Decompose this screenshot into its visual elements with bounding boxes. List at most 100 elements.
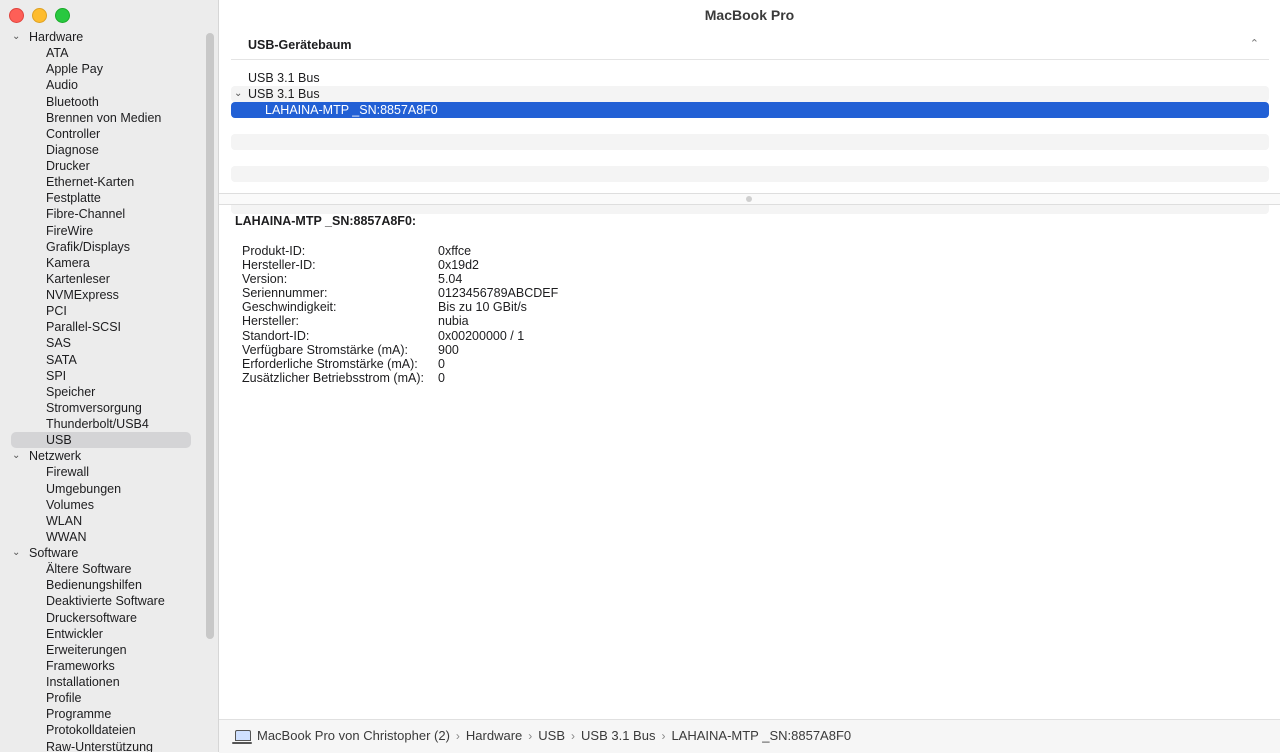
sidebar-item[interactable]: Apple Pay	[0, 61, 205, 77]
breadcrumb-item[interactable]: LAHAINA-MTP _SN:8857A8F0	[671, 728, 851, 743]
sidebar-item[interactable]: Diagnose	[0, 142, 205, 158]
tree-header-label: USB-Gerätebaum	[248, 38, 352, 52]
breadcrumb-item[interactable]: MacBook Pro von Christopher (2)	[257, 728, 450, 743]
sidebar-item[interactable]: Festplatte	[0, 190, 205, 206]
sidebar-item-label: Thunderbolt/USB4	[46, 417, 149, 431]
chevron-down-icon[interactable]: ⌄	[12, 29, 24, 45]
sidebar-item[interactable]: Speicher	[0, 384, 205, 400]
sidebar-item[interactable]: Drucker	[0, 158, 205, 174]
sidebar-item[interactable]: Erweiterungen	[0, 642, 205, 658]
sidebar-item[interactable]: Volumes	[0, 497, 205, 513]
tree-header[interactable]: USB-Gerätebaum ⌃	[231, 33, 1269, 60]
tree-row-empty	[231, 134, 1269, 150]
sidebar-item-label: Brennen von Medien	[46, 110, 162, 125]
property-key: Standort-ID:	[242, 328, 310, 343]
chevron-down-icon[interactable]: ⌄	[12, 545, 24, 561]
tree-row-usb-bus-2[interactable]: ⌄ USB 3.1 Bus	[231, 86, 1269, 102]
breadcrumb-item[interactable]: USB	[538, 728, 565, 743]
sidebar-group-software[interactable]: ⌄ Software	[0, 545, 205, 561]
property-value: 0	[438, 356, 445, 371]
property-row: Version: 5.04	[242, 272, 558, 286]
sidebar-item[interactable]: Controller	[0, 126, 205, 142]
property-key: Geschwindigkeit:	[242, 300, 337, 315]
property-row: Geschwindigkeit: Bis zu 10 GBit/s	[242, 300, 558, 314]
close-button[interactable]	[9, 8, 24, 23]
tree-row-label: USB 3.1 Bus	[248, 87, 320, 101]
property-value: 0x00200000 / 1	[438, 328, 525, 343]
sidebar-item[interactable]: Installationen	[0, 674, 205, 690]
sidebar-item[interactable]: Protokolldateien	[0, 722, 205, 738]
sidebar-item[interactable]: Parallel-SCSI	[0, 319, 205, 335]
breadcrumb-item[interactable]: Hardware	[466, 728, 522, 743]
sidebar-item[interactable]: ATA	[0, 45, 205, 61]
sidebar-item-label: Profile	[46, 691, 82, 706]
breadcrumb-item[interactable]: USB 3.1 Bus	[581, 728, 655, 743]
property-list: Produkt-ID: 0xffce Hersteller-ID: 0x19d2 Ver…	[242, 244, 558, 385]
sidebar-item-label: Umgebungen	[46, 481, 122, 496]
sidebar-item[interactable]: Kartenleser	[0, 271, 205, 287]
property-value: 0123456789ABCDEF	[438, 286, 559, 301]
sidebar-item-label: Programme	[46, 707, 112, 722]
chevron-right-icon: ›	[528, 728, 533, 743]
sidebar-item[interactable]: Deaktivierte Software	[0, 593, 205, 609]
sidebar-item[interactable]: Frameworks	[0, 658, 205, 674]
sidebar-item[interactable]: SAS	[0, 335, 205, 351]
sidebar-item[interactable]: Bedienungshilfen	[0, 577, 205, 593]
sidebar-group-hardware[interactable]: ⌄ Hardware	[0, 29, 205, 45]
split-divider[interactable]	[219, 193, 1280, 205]
sidebar-item-label: Fibre-Channel	[46, 207, 126, 222]
sidebar-item-label: Drucker	[46, 159, 90, 173]
sidebar-item-label: Bluetooth	[46, 94, 99, 109]
sidebar-item[interactable]: Programme	[0, 706, 205, 722]
sidebar-group-netzwerk[interactable]: ⌄ Netzwerk	[0, 448, 205, 464]
sidebar-item[interactable]: Ethernet-Karten	[0, 174, 205, 190]
sidebar-item-label: Volumes	[46, 497, 94, 512]
sidebar-item[interactable]: Entwickler	[0, 626, 205, 642]
sidebar-item-label: Installationen	[46, 675, 120, 689]
sidebar-item[interactable]: Ältere Software	[0, 561, 205, 577]
sidebar-item[interactable]: Kamera	[0, 255, 205, 271]
sidebar-item[interactable]: Audio	[0, 77, 205, 93]
property-row: Produkt-ID: 0xffce	[242, 244, 558, 258]
sidebar-item[interactable]: Profile	[0, 690, 205, 706]
sidebar-item-label: Firewall	[46, 465, 90, 480]
chevron-down-icon[interactable]: ⌄	[234, 86, 242, 102]
sidebar-item[interactable]: Bluetooth	[0, 94, 205, 110]
sidebar-item[interactable]: SATA	[0, 352, 205, 368]
sidebar-item[interactable]: FireWire	[0, 223, 205, 239]
sidebar-item[interactable]: Stromversorgung	[0, 400, 205, 416]
minimize-button[interactable]	[32, 8, 47, 23]
tree-row-usb-bus-1[interactable]: USB 3.1 Bus	[231, 70, 1269, 86]
sidebar-item[interactable]: SPI	[0, 368, 205, 384]
sidebar-item-label: Protokolldateien	[46, 723, 136, 738]
sidebar-item-label: Kartenleser	[46, 271, 110, 286]
sidebar-scrollbar[interactable]	[206, 33, 214, 639]
sidebar-item[interactable]: WWAN	[0, 529, 205, 545]
sidebar-item[interactable]: Thunderbolt/USB4	[0, 416, 205, 432]
property-key: Zusätzlicher Betriebsstrom (mA):	[242, 370, 424, 385]
sidebar-item[interactable]: Raw-Unterstützung	[0, 739, 205, 753]
property-value: Bis zu 10 GBit/s	[438, 300, 527, 315]
chevron-up-icon[interactable]: ⌃	[1250, 37, 1259, 50]
zoom-button[interactable]	[55, 8, 70, 23]
sidebar-item[interactable]: USB	[11, 432, 191, 449]
divider-handle-icon[interactable]	[746, 196, 752, 202]
sidebar-item[interactable]: Brennen von Medien	[0, 110, 205, 126]
sidebar-item-label: Diagnose	[46, 142, 99, 157]
chevron-down-icon[interactable]: ⌄	[12, 448, 24, 464]
sidebar-item[interactable]: NVMExpress	[0, 287, 205, 303]
sidebar-item-label: WLAN	[46, 513, 83, 528]
sidebar-group-label: Netzwerk	[29, 449, 82, 464]
sidebar-item[interactable]: Druckersoftware	[0, 610, 205, 626]
sidebar-item[interactable]: Grafik/Displays	[0, 239, 205, 255]
sidebar-item[interactable]: WLAN	[0, 513, 205, 529]
sidebar-item[interactable]: PCI	[0, 303, 205, 319]
tree-row-label: USB 3.1 Bus	[248, 71, 320, 85]
sidebar-item-label: Druckersoftware	[46, 610, 137, 625]
sidebar-item[interactable]: Firewall	[0, 464, 205, 480]
sidebar-item[interactable]: Umgebungen	[0, 481, 205, 497]
sidebar-item[interactable]: Fibre-Channel	[0, 206, 205, 222]
property-row: Erforderliche Stromstärke (mA): 0	[242, 357, 558, 371]
tree-row-lahaina-mtp[interactable]: LAHAINA-MTP _SN:8857A8F0	[231, 102, 1269, 118]
sidebar-item-label: Audio	[46, 78, 78, 93]
